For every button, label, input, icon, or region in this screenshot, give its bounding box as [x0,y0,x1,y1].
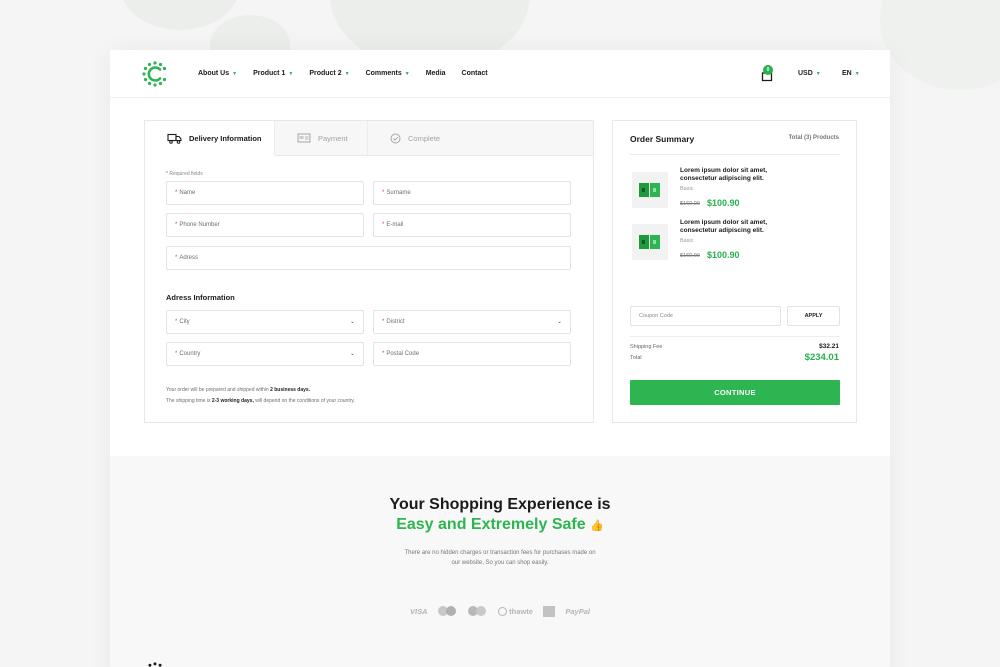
order-item[interactable]: Lorem ipsum dolor sit amet, consectetur … [630,167,840,211]
email-input[interactable]: * E-mail [373,213,571,237]
thawte-logo: thawte [498,606,533,616]
chevron-down-icon: ⌄ [556,319,562,325]
product-variant: Basic [680,186,694,192]
product-name: Lorem ipsum dolor sit amet, consectetur … [680,167,768,182]
logo-icon[interactable] [142,61,168,87]
chevron-down-icon: ▼ [815,70,821,77]
background-circle [880,0,1000,90]
promo-section: Your Shopping Experience is Easy and Ext… [110,456,890,667]
paypal-logo: PayPal [565,606,590,616]
total-products-label: Total (3) Products [788,135,839,141]
order-summary-card: Order Summary Total (3) Products Lorem i… [612,120,857,423]
tab-payment[interactable]: Payment [275,121,368,156]
address-input[interactable]: * Adress [166,246,571,270]
page-frame: About Us ▼ Product 1 ▼ Product 2 ▼ Comments… [110,50,890,667]
divider [630,336,840,337]
product-name: Lorem ipsum dolor sit amet, consectetur … [680,219,768,234]
shipping-fee-label: Shipping Fee [630,344,663,350]
payment-logos: VISA thawte PayPal [410,604,590,618]
city-select[interactable]: * City ⌄ [166,310,364,334]
chevron-down-icon: ▼ [288,70,294,77]
mastercard-logo [437,606,458,616]
main-nav: About Us ▼ Product 1 ▼ Product 2 ▼ Comments… [198,70,488,77]
amex-logo [543,605,556,617]
shipping-note-1: Your order will be prepared and shipped … [166,387,311,393]
product-thumbnail [632,172,668,208]
visa-logo: VISA [410,606,428,616]
phone-input[interactable]: * Phone Number [166,213,364,237]
maestro-logo [467,606,488,616]
product-price: $100.90 [707,198,740,208]
address-information-title: Adress Information [166,293,235,302]
thawte-mark-icon [498,606,508,616]
country-select[interactable]: * Country ⌄ [166,342,364,366]
thumbs-up-icon: 👍 [590,520,604,532]
footer-logo-icon [148,662,162,667]
product-thumbnail [632,224,668,260]
delivery-truck-icon [167,133,182,144]
order-summary-title: Order Summary [630,134,695,144]
district-select[interactable]: * District ⌄ [373,310,571,334]
card-icon [297,133,311,143]
nav-about-us[interactable]: About Us ▼ [198,70,237,77]
chevron-down-icon: ▼ [404,70,410,77]
surname-input[interactable]: * Surname [373,181,571,205]
product-box-icon [639,235,660,249]
tab-complete[interactable]: Complete [368,121,593,156]
checkout-steps: Delivery Information Payment Complete [145,121,593,156]
language-selector[interactable]: EN ▼ [842,70,860,77]
chevron-down-icon: ▼ [854,70,860,77]
product-price: $100.90 [707,250,740,260]
check-circle-icon [390,133,401,143]
delivery-form-card: Delivery Information Payment Complete * … [144,120,594,423]
product-variant: Basic [680,238,694,244]
promo-subtitle: Easy and Extremely Safe 👍 [396,516,604,533]
continue-button[interactable]: CONTINUE [630,380,840,405]
product-old-price: $160,00 [680,253,700,259]
required-fields-note: * Required fields [166,171,203,177]
promo-title: Your Shopping Experience is [389,496,611,513]
nav-comments[interactable]: Comments ▼ [366,70,410,77]
currency-selector[interactable]: USD ▼ [798,70,821,77]
tab-delivery-information[interactable]: Delivery Information [145,121,275,156]
product-old-price: $160,00 [680,201,700,207]
name-input[interactable]: * Name [166,181,364,205]
total-value: $234.01 [804,352,839,363]
nav-product-1[interactable]: Product 1 ▼ [253,70,293,77]
product-box-icon [639,183,660,197]
divider [630,154,840,155]
shipping-fee-value: $32.21 [819,343,839,350]
chevron-down-icon: ▼ [232,70,238,77]
chevron-down-icon: ▼ [344,70,350,77]
cart-count-badge: 0 [763,65,773,75]
apply-coupon-button[interactable]: APPLY [787,306,840,326]
nav-product-2[interactable]: Product 2 ▼ [309,70,349,77]
postal-code-input[interactable]: * Postal Code [373,342,571,366]
chevron-down-icon: ⌄ [349,351,355,357]
coupon-code-input[interactable]: Coupon Code [630,306,781,326]
nav-media[interactable]: Media [426,70,446,77]
nav-contact[interactable]: Contact [462,70,488,77]
total-label: Total [630,355,642,361]
promo-text: There are no hidden charges or transacti… [404,550,596,566]
shipping-note-2: The shipping time is 2-3 working days, w… [166,398,355,404]
order-item[interactable]: Lorem ipsum dolor sit amet, consectetur … [630,219,840,263]
header: About Us ▼ Product 1 ▼ Product 2 ▼ Comments… [110,50,890,98]
chevron-down-icon: ⌄ [349,319,355,325]
